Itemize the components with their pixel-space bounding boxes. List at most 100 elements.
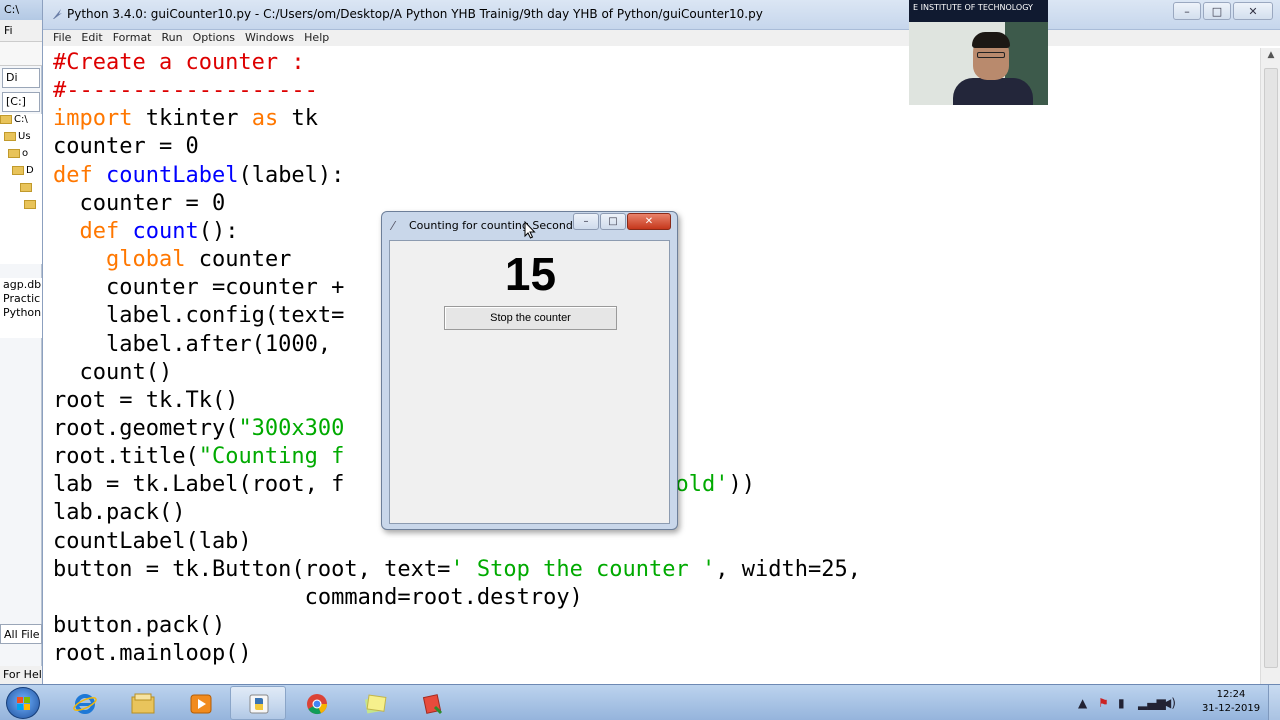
tree-item-label: Us — [18, 131, 31, 142]
tk-window-title: Counting for counting Seconds... — [409, 219, 590, 232]
stop-counter-button[interactable]: Stop the counter — [444, 306, 617, 330]
webcam-person-body — [953, 78, 1033, 105]
menu-run[interactable]: Run — [162, 30, 193, 46]
code-line[interactable]: button.pack() — [53, 612, 225, 640]
idle-close-button[interactable]: ✕ — [1233, 2, 1273, 20]
code-line[interactable]: def countLabel(label): — [53, 162, 344, 190]
power-icon[interactable]: ▮ — [1118, 696, 1125, 710]
menu-windows[interactable]: Windows — [245, 30, 304, 46]
explorer-path-combo[interactable]: [C:] — [2, 92, 40, 112]
code-line[interactable]: def count(): — [53, 218, 239, 246]
code-line[interactable]: lab.pack() — [53, 499, 185, 527]
system-clock[interactable]: 12:24 31-12-2019 — [1196, 688, 1266, 716]
action-center-icon[interactable]: ⚑ — [1098, 696, 1109, 710]
menu-options[interactable]: Options — [193, 30, 245, 46]
idle-window-title: Python 3.4.0: guiCounter10.py - C:/Users… — [67, 7, 763, 21]
explorer-title[interactable]: C:\ — [0, 0, 42, 20]
volume-icon[interactable]: ◀) — [1162, 696, 1176, 710]
taskbar-file-explorer[interactable] — [114, 686, 170, 720]
code-line[interactable]: count() — [53, 359, 172, 387]
clock-date: 31-12-2019 — [1201, 703, 1261, 714]
tree-item[interactable]: C:\ — [0, 114, 42, 131]
menu-format[interactable]: Format — [113, 30, 162, 46]
idle-minimize-button[interactable]: – — [1173, 2, 1201, 20]
show-desktop-button[interactable] — [1268, 685, 1280, 720]
code-token: counter = 0 — [53, 134, 199, 160]
code-line[interactable]: #------------------- — [53, 77, 318, 105]
code-line[interactable]: counter =counter + — [53, 274, 344, 302]
taskbar-python-idle[interactable] — [230, 686, 286, 720]
code-line[interactable]: label.config(text= — [53, 302, 344, 330]
code-line[interactable]: label.after(1000, — [53, 331, 331, 359]
explorer-menu-file[interactable]: Fi — [0, 20, 42, 42]
code-line[interactable]: import tkinter as tk — [53, 105, 318, 133]
taskbar-media-player[interactable] — [172, 686, 228, 720]
start-button[interactable] — [6, 687, 40, 719]
menu-edit[interactable]: Edit — [81, 30, 112, 46]
tree-item[interactable]: o — [0, 148, 42, 165]
code-token: label.config(text= — [53, 303, 345, 329]
file-item[interactable]: Practic — [0, 292, 42, 306]
tree-item[interactable]: D — [0, 165, 42, 182]
idle-title-bar[interactable]: Python 3.4.0: guiCounter10.py - C:/Users… — [43, 0, 1280, 30]
code-token: button = tk.Button(root, text= — [53, 556, 451, 582]
code-token: def — [53, 162, 93, 188]
tree-item[interactable]: Us — [0, 131, 42, 148]
code-token: ' Stop the counter ' — [450, 556, 716, 582]
file-item[interactable]: agp.db — [0, 278, 42, 292]
code-line[interactable]: root.geometry("300x300 — [53, 415, 344, 443]
tk-window-controls: – □ ✕ — [573, 213, 671, 230]
python-icon — [249, 694, 269, 714]
webcam-person-glasses — [977, 52, 1005, 58]
code-token: lab = tk.Label(root, f — [53, 472, 345, 498]
folder-icon — [4, 131, 16, 141]
code-line[interactable]: button = tk.Button(root, text=' Stop the… — [53, 556, 861, 584]
file-item[interactable]: Python — [0, 306, 42, 320]
code-token: counter — [185, 247, 292, 273]
folder-icon — [24, 199, 36, 209]
code-token: (): — [198, 218, 239, 244]
file-explorer-icon — [131, 693, 155, 714]
media-player-icon — [190, 694, 212, 714]
taskbar-internet-explorer[interactable] — [56, 686, 112, 720]
tree-item-label: D — [26, 165, 34, 176]
code-token: root.mainloop() — [53, 641, 252, 667]
code-line[interactable]: command=root.destroy) — [53, 584, 583, 612]
show-hidden-icons-icon[interactable]: ▲ — [1078, 696, 1087, 710]
code-line[interactable]: root = tk.Tk() — [53, 387, 238, 415]
idle-menu-bar: File Edit Format Run Options Windows Hel… — [43, 30, 1280, 46]
tree-item[interactable] — [0, 199, 42, 216]
menu-file[interactable]: File — [53, 30, 81, 46]
code-line[interactable]: countLabel(lab) — [53, 528, 252, 556]
menu-help[interactable]: Help — [304, 30, 339, 46]
code-line[interactable]: counter = 0 — [53, 133, 199, 161]
idle-maximize-button[interactable]: □ — [1203, 2, 1231, 20]
code-line[interactable]: root.mainloop() — [53, 640, 252, 668]
explorer-file-filter[interactable]: All File — [0, 624, 42, 644]
scroll-thumb[interactable] — [1264, 68, 1278, 668]
editor-scrollbar[interactable]: ▲ — [1260, 48, 1280, 684]
code-line[interactable]: counter = 0 — [53, 190, 225, 218]
folder-icon — [0, 114, 12, 124]
scroll-up-arrow-icon[interactable]: ▲ — [1264, 50, 1278, 64]
taskbar-chrome[interactable] — [288, 686, 344, 720]
explorer-drive-combo[interactable]: Di — [2, 68, 40, 88]
tk-minimize-button[interactable]: – — [573, 213, 599, 230]
code-token: command=root.destroy) — [53, 584, 583, 610]
code-line[interactable]: global counter — [53, 246, 291, 274]
explorer-folder-tree: C:\ Us o D — [0, 114, 42, 264]
tk-close-button[interactable]: ✕ — [627, 213, 671, 230]
code-line[interactable]: #Create a counter : — [53, 49, 305, 77]
idle-window-controls: – □ ✕ — [1173, 2, 1273, 20]
code-token: root.geometry( — [53, 415, 239, 441]
python-feather-icon — [53, 9, 62, 19]
taskbar-sticky-notes[interactable] — [346, 686, 402, 720]
code-token: count() — [53, 359, 173, 385]
tk-maximize-button[interactable]: □ — [600, 213, 626, 230]
windows-taskbar: ▲ ⚑ ▮ ▂▄▆ ◀) 12:24 31-12-2019 — [0, 684, 1280, 720]
tree-item[interactable] — [0, 182, 42, 199]
taskbar-paint-app[interactable] — [404, 686, 460, 720]
